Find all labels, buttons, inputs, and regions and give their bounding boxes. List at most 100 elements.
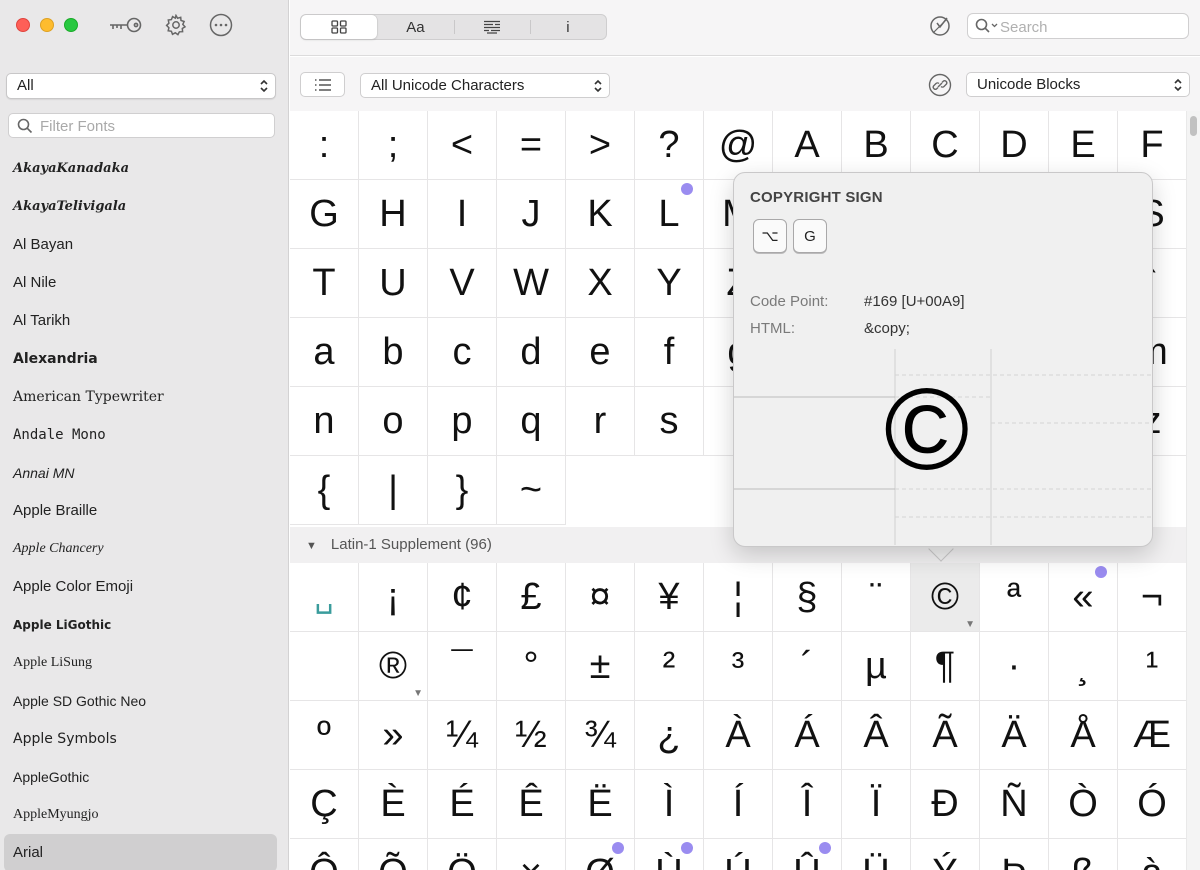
character-cell[interactable]: Õ (359, 839, 428, 870)
search-options-icon[interactable] (975, 18, 999, 34)
character-cell[interactable]: ¦ (704, 563, 773, 632)
character-cell[interactable]: µ (842, 632, 911, 701)
character-cell[interactable]: f (635, 318, 704, 387)
character-cell[interactable]: ¶ (911, 632, 980, 701)
link-button[interactable] (928, 73, 952, 97)
character-cell[interactable]: ´ (773, 632, 842, 701)
character-cell[interactable]: H (359, 180, 428, 249)
character-cell[interactable]: ¢ (428, 563, 497, 632)
character-cell[interactable]: C (911, 111, 980, 180)
character-cell[interactable]: X (566, 249, 635, 318)
view-mode-grid-view[interactable] (301, 15, 378, 39)
search-input[interactable] (1000, 17, 1180, 37)
close-window-button[interactable] (16, 18, 30, 32)
character-cell[interactable]: Ã (911, 701, 980, 770)
character-cell[interactable]: o (359, 387, 428, 456)
character-cell[interactable]: ~ (497, 456, 566, 525)
character-cell[interactable]: Ä (980, 701, 1049, 770)
font-list-item[interactable]: AppleGothic (4, 758, 277, 796)
character-cell[interactable]: n (290, 387, 359, 456)
character-cell[interactable]: b (359, 318, 428, 387)
character-cell[interactable]: T (290, 249, 359, 318)
character-cell[interactable]: s (635, 387, 704, 456)
view-mode-typeface[interactable]: Aa (377, 15, 453, 39)
list-view-button[interactable] (300, 72, 345, 97)
character-cell[interactable]: Ý (911, 839, 980, 870)
character-cell[interactable]: ¹ (1118, 632, 1186, 701)
character-cell[interactable]: Ñ (980, 770, 1049, 839)
character-cell[interactable]: E (1049, 111, 1118, 180)
character-cell[interactable]: ° (497, 632, 566, 701)
font-list-item[interactable]: Alexandria (4, 340, 277, 378)
character-cell[interactable]: D (980, 111, 1049, 180)
character-cell[interactable]: Ê (497, 770, 566, 839)
scrollbar-thumb[interactable] (1190, 116, 1197, 136)
font-list-item[interactable]: AkayaKanadaka (4, 150, 277, 188)
character-cell[interactable]: º (290, 701, 359, 770)
character-cell[interactable]: p (428, 387, 497, 456)
character-cell[interactable]: } (428, 456, 497, 525)
gear-icon[interactable] (163, 12, 189, 38)
character-filter-select[interactable]: All Unicode Characters (360, 73, 610, 98)
character-cell[interactable]: Å (1049, 701, 1118, 770)
character-cell[interactable]: Æ (1118, 701, 1186, 770)
character-cell[interactable]: W (497, 249, 566, 318)
character-cell[interactable]: ® ▼ (359, 632, 428, 701)
character-cell[interactable]: ¾ (566, 701, 635, 770)
search-field[interactable] (967, 13, 1189, 39)
character-cell[interactable]: ³ (704, 632, 773, 701)
character-cell[interactable]: Ì (635, 770, 704, 839)
character-cell[interactable]: Ù (635, 839, 704, 870)
character-cell[interactable]: U (359, 249, 428, 318)
character-cell[interactable]: e (566, 318, 635, 387)
character-cell[interactable]: » (359, 701, 428, 770)
character-cell[interactable]: à (1118, 839, 1186, 870)
character-cell[interactable]: A (773, 111, 842, 180)
font-list-item[interactable]: Annai MN (4, 454, 277, 492)
character-cell[interactable]: Û (773, 839, 842, 870)
character-cell[interactable]: Ü (842, 839, 911, 870)
font-list-item[interactable]: Apple LiSung (4, 644, 277, 682)
character-cell[interactable]: @ (704, 111, 773, 180)
variants-triangle-icon[interactable]: ▼ (413, 688, 423, 699)
character-cell[interactable]: B (842, 111, 911, 180)
character-cell[interactable] (290, 632, 359, 701)
character-cell[interactable]: © ▼ (911, 563, 980, 632)
character-cell[interactable]: Ç (290, 770, 359, 839)
character-cell[interactable]: ␣ (290, 563, 359, 632)
character-cell[interactable]: ± (566, 632, 635, 701)
character-cell[interactable]: d (497, 318, 566, 387)
character-cell[interactable]: G (290, 180, 359, 249)
character-cell[interactable]: Ó (1118, 770, 1186, 839)
character-cell[interactable]: Ô (290, 839, 359, 870)
character-cell[interactable]: ¸ (1049, 632, 1118, 701)
view-mode-text-layout[interactable] (453, 15, 530, 39)
character-cell[interactable]: Ë (566, 770, 635, 839)
font-list-item[interactable]: Al Tarikh (4, 302, 277, 340)
character-cell[interactable]: Í (704, 770, 773, 839)
character-cell[interactable]: q (497, 387, 566, 456)
filter-fonts-field[interactable] (8, 113, 275, 138)
font-list-item[interactable]: Apple Color Emoji (4, 568, 277, 606)
character-cell[interactable]: × (497, 839, 566, 870)
font-list-item[interactable]: AkayaTelivigala (4, 188, 277, 226)
variants-triangle-icon[interactable]: ▼ (965, 619, 975, 630)
character-cell[interactable]: J (497, 180, 566, 249)
character-cell[interactable]: > (566, 111, 635, 180)
character-cell[interactable]: I (428, 180, 497, 249)
font-list-item[interactable]: Apple Symbols (4, 720, 277, 758)
font-list-item[interactable]: AppleMyungjo (4, 796, 277, 834)
character-cell[interactable]: ª (980, 563, 1049, 632)
character-cell[interactable]: L (635, 180, 704, 249)
character-cell[interactable]: É (428, 770, 497, 839)
character-cell[interactable]: ¼ (428, 701, 497, 770)
unicode-blocks-select[interactable]: Unicode Blocks (966, 72, 1190, 97)
character-cell[interactable]: À (704, 701, 773, 770)
font-collection-select[interactable]: All (6, 73, 276, 99)
minimize-window-button[interactable] (40, 18, 54, 32)
character-cell[interactable]: Î (773, 770, 842, 839)
font-list-item[interactable]: American Typewriter (4, 378, 277, 416)
character-cell[interactable]: £ (497, 563, 566, 632)
character-cell[interactable]: ¨ (842, 563, 911, 632)
character-cell[interactable]: ½ (497, 701, 566, 770)
